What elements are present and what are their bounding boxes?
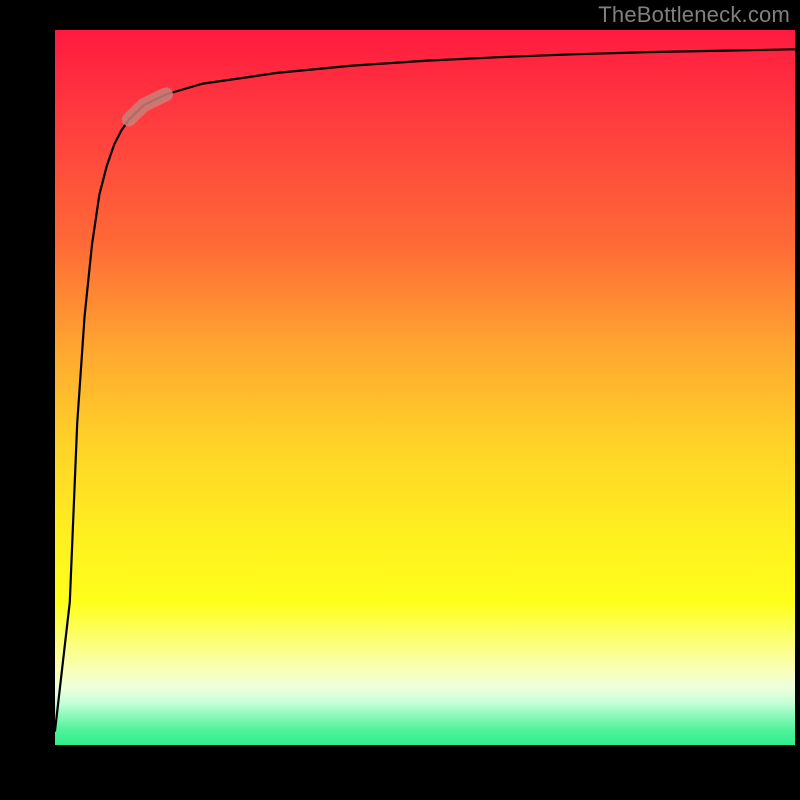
plot-area: [55, 30, 795, 745]
watermark-text: TheBottleneck.com: [598, 2, 790, 28]
highlight-segment: [129, 94, 166, 119]
chart-frame: TheBottleneck.com: [0, 0, 800, 800]
bottleneck-curve: [55, 49, 795, 730]
curve-svg: [55, 30, 795, 745]
